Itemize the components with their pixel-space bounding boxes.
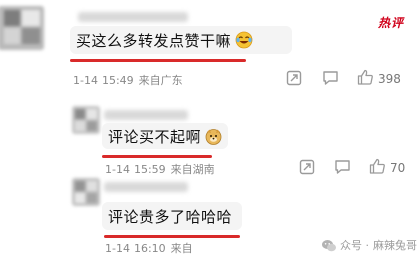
watermark-name: 麻辣兔哥	[373, 239, 417, 252]
username-blurred	[104, 110, 188, 120]
red-underline	[104, 235, 240, 238]
comment-location: 来自广东	[138, 74, 183, 87]
watermark: 众号 · 麻辣兔哥	[321, 237, 417, 253]
wechat-icon	[322, 240, 336, 252]
comment-bubble: 买这么多转发点赞干嘛	[70, 26, 292, 54]
reply-icon[interactable]	[322, 70, 339, 86]
share-icon[interactable]	[286, 70, 302, 86]
comment-location: 来自湖南	[170, 163, 215, 176]
like-icon[interactable]	[369, 158, 386, 175]
like-count: 398	[378, 72, 401, 86]
comment-date: 1-14	[105, 163, 130, 176]
comment-meta: 1-14 16:10 来自	[105, 240, 193, 256]
share-icon[interactable]	[299, 159, 315, 175]
laughing-crying-emoji-icon	[235, 31, 253, 49]
comment-time: 15:49	[101, 74, 134, 87]
comment-text: 评论买不起啊	[108, 127, 202, 146]
doge-emoji-icon	[205, 128, 222, 145]
comment-date: 1-14	[73, 74, 98, 87]
like-count: 70	[390, 161, 406, 175]
hot-comment-badge: 热评	[378, 16, 405, 30]
comment-location: 来自	[170, 242, 193, 255]
commenter-avatar[interactable]	[72, 178, 100, 206]
red-underline	[102, 155, 212, 158]
comment-text: 评论贵多了哈哈哈	[108, 207, 233, 226]
comment-time: 15:59	[133, 163, 166, 176]
comment-meta: 1-14 15:59 来自湖南	[105, 161, 215, 177]
comment-date: 1-14	[105, 242, 130, 255]
comment-bubble: 评论买不起啊	[102, 123, 228, 149]
reply-icon[interactable]	[334, 159, 351, 175]
commenter-avatar[interactable]	[0, 6, 44, 50]
red-underline	[70, 59, 246, 62]
comment-text: 买这么多转发点赞干嘛	[76, 31, 232, 50]
username-blurred	[78, 12, 188, 22]
username-blurred	[104, 182, 188, 192]
comment-meta: 1-14 15:49 来自广东	[73, 72, 183, 88]
like-icon[interactable]	[357, 69, 374, 86]
watermark-prefix: 众号 ·	[340, 239, 369, 252]
comment-bubble: 评论贵多了哈哈哈	[102, 202, 242, 230]
comment-time: 16:10	[133, 242, 166, 255]
commenter-avatar[interactable]	[72, 106, 100, 134]
